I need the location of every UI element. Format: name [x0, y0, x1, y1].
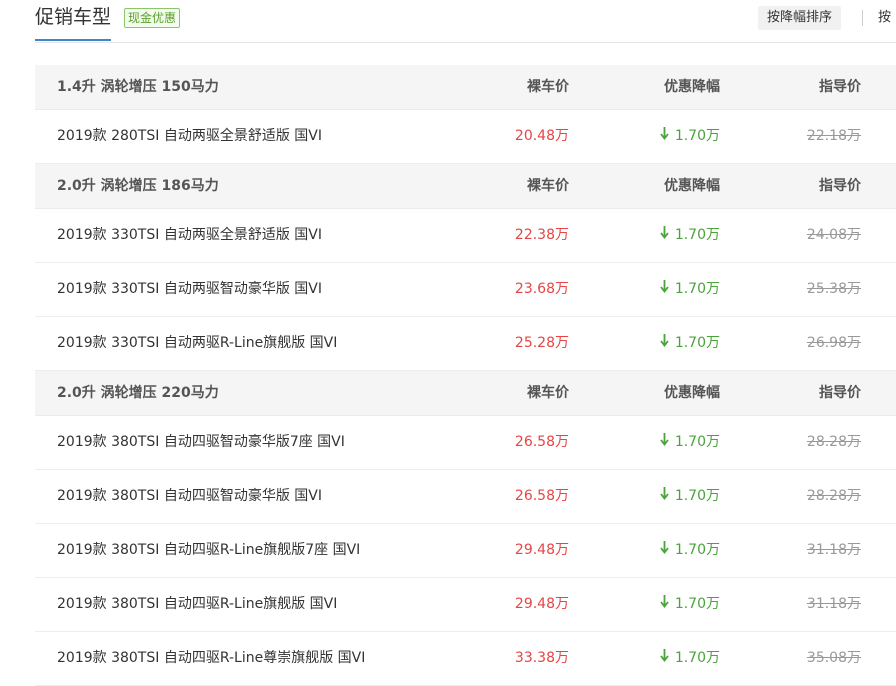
discount-amount: 1.70万	[660, 110, 720, 163]
model-row[interactable]: 2019款 380TSI 自动四驱R-Line旗舰版7座 国VI 29.48万 1.…	[35, 524, 896, 578]
discount-value: 1.70万	[674, 335, 720, 351]
guide-price: 22.18万	[806, 128, 861, 144]
cash-discount-badge: 现金优惠	[124, 8, 181, 28]
arrow-down-icon	[660, 632, 669, 685]
dealer-price: 22.38万	[514, 227, 569, 243]
header-divider	[35, 42, 896, 43]
model-name-link[interactable]: 2019款 280TSI 自动两驱全景舒适版 国VI	[57, 110, 322, 163]
engine-group-header: 2.0升 涡轮增压 186马力 裸车价 优惠降幅 指导价	[35, 164, 896, 209]
column-header-price: 裸车价	[527, 385, 569, 401]
model-name-link[interactable]: 2019款 330TSI 自动两驱智动豪华版 国VI	[57, 263, 322, 316]
model-name-link[interactable]: 2019款 380TSI 自动四驱智动豪华版7座 国VI	[57, 416, 345, 469]
arrow-down-icon	[660, 209, 669, 262]
model-name-link[interactable]: 2019款 380TSI 自动四驱R-Line尊崇旗舰版 国VI	[57, 632, 365, 685]
discount-amount: 1.70万	[660, 209, 720, 262]
guide-price: 25.38万	[806, 281, 861, 297]
discount-value: 1.70万	[674, 596, 720, 612]
discount-amount: 1.70万	[660, 416, 720, 469]
discount-value: 1.70万	[674, 488, 720, 504]
column-header-discount: 优惠降幅	[664, 385, 720, 401]
dealer-price: 33.38万	[514, 650, 569, 666]
column-header-price: 裸车价	[527, 79, 569, 95]
engine-spec-label: 2.0升 涡轮增压 186马力	[57, 178, 219, 194]
discount-value: 1.70万	[674, 650, 720, 666]
model-row[interactable]: 2019款 280TSI 自动两驱全景舒适版 国VI 20.48万 1.70万 22.…	[35, 110, 896, 164]
arrow-down-icon	[660, 470, 669, 523]
discount-amount: 1.70万	[660, 317, 720, 370]
model-row[interactable]: 2019款 330TSI 自动两驱R-Line旗舰版 国VI 25.28万 1.70…	[35, 317, 896, 371]
column-header-guide-price: 指导价	[819, 385, 861, 401]
promo-models-table: 1.4升 涡轮增压 150马力 裸车价 优惠降幅 指导价 2019款 280TSI 自动…	[35, 65, 896, 686]
discount-amount: 1.70万	[660, 263, 720, 316]
engine-group-header: 2.0升 涡轮增压 220马力 裸车价 优惠降幅 指导价	[35, 371, 896, 416]
model-row[interactable]: 2019款 380TSI 自动四驱R-Line旗舰版 国VI 29.48万 1.70…	[35, 578, 896, 632]
model-row[interactable]: 2019款 380TSI 自动四驱R-Line尊崇旗舰版 国VI 33.38万 1.…	[35, 632, 896, 686]
model-name-link[interactable]: 2019款 380TSI 自动四驱R-Line旗舰版 国VI	[57, 578, 337, 631]
arrow-down-icon	[660, 416, 669, 469]
model-name-link[interactable]: 2019款 380TSI 自动四驱R-Line旗舰版7座 国VI	[57, 524, 360, 577]
dealer-price: 26.58万	[514, 434, 569, 450]
sort-other-button[interactable]: 按	[878, 6, 891, 30]
arrow-down-icon	[660, 578, 669, 631]
model-name-link[interactable]: 2019款 330TSI 自动两驱全景舒适版 国VI	[57, 209, 322, 262]
discount-amount: 1.70万	[660, 578, 720, 631]
column-header-discount: 优惠降幅	[664, 178, 720, 194]
discount-value: 1.70万	[674, 434, 720, 450]
engine-group-header: 1.4升 涡轮增压 150马力 裸车价 优惠降幅 指导价	[35, 65, 896, 110]
arrow-down-icon	[660, 524, 669, 577]
discount-value: 1.70万	[674, 227, 720, 243]
model-row[interactable]: 2019款 330TSI 自动两驱全景舒适版 国VI 22.38万 1.70万 24.…	[35, 209, 896, 263]
dealer-price: 26.58万	[514, 488, 569, 504]
dealer-price: 20.48万	[514, 128, 569, 144]
discount-amount: 1.70万	[660, 470, 720, 523]
guide-price: 35.08万	[806, 650, 861, 666]
guide-price: 28.28万	[806, 488, 861, 504]
model-name-link[interactable]: 2019款 380TSI 自动四驱智动豪华版 国VI	[57, 470, 322, 523]
column-header-price: 裸车价	[527, 178, 569, 194]
discount-value: 1.70万	[674, 128, 720, 144]
discount-value: 1.70万	[674, 281, 720, 297]
guide-price: 24.08万	[806, 227, 861, 243]
arrow-down-icon	[660, 263, 669, 316]
engine-spec-label: 1.4升 涡轮增压 150马力	[57, 79, 219, 95]
sort-divider	[862, 10, 863, 26]
dealer-price: 25.28万	[514, 335, 569, 351]
guide-price: 31.18万	[806, 542, 861, 558]
column-header-guide-price: 指导价	[819, 79, 861, 95]
model-row[interactable]: 2019款 380TSI 自动四驱智动豪华版 国VI 26.58万 1.70万 28.…	[35, 470, 896, 524]
arrow-down-icon	[660, 110, 669, 163]
engine-spec-label: 2.0升 涡轮增压 220马力	[57, 385, 219, 401]
model-row[interactable]: 2019款 330TSI 自动两驱智动豪华版 国VI 23.68万 1.70万 25.…	[35, 263, 896, 317]
guide-price: 26.98万	[806, 335, 861, 351]
model-row[interactable]: 2019款 380TSI 自动四驱智动豪华版7座 国VI 26.58万 1.70万 2…	[35, 416, 896, 470]
dealer-price: 29.48万	[514, 596, 569, 612]
discount-amount: 1.70万	[660, 632, 720, 685]
model-name-link[interactable]: 2019款 330TSI 自动两驱R-Line旗舰版 国VI	[57, 317, 337, 370]
sort-by-discount-button[interactable]: 按降幅排序	[758, 6, 842, 30]
dealer-price: 23.68万	[514, 281, 569, 297]
arrow-down-icon	[660, 317, 669, 370]
guide-price: 31.18万	[806, 596, 861, 612]
column-header-discount: 优惠降幅	[664, 79, 720, 95]
column-header-guide-price: 指导价	[819, 178, 861, 194]
section-title-tab[interactable]: 促销车型	[35, 4, 112, 41]
dealer-price: 29.48万	[514, 542, 569, 558]
guide-price: 28.28万	[806, 434, 861, 450]
section-header: 促销车型 现金优惠 按降幅排序 按	[0, 0, 896, 44]
discount-value: 1.70万	[674, 542, 720, 558]
discount-amount: 1.70万	[660, 524, 720, 577]
